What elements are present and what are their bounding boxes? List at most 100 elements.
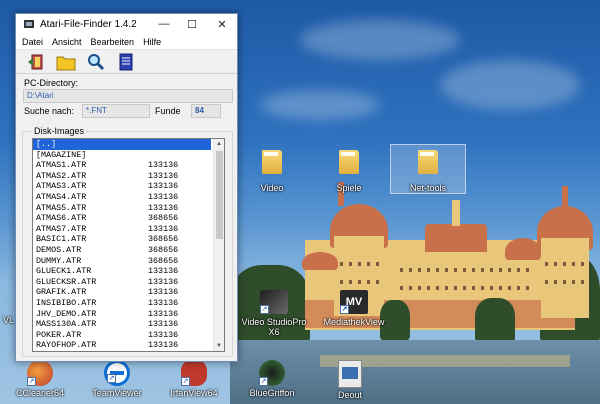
list-item[interactable]: ATMAS1.ATR 133136: [33, 160, 224, 171]
list-item[interactable]: DUMMY.ATR 368656: [33, 256, 224, 267]
list-item[interactable]: GLUECKSR.ATR 133136: [33, 277, 224, 288]
maximize-button[interactable]: ☐: [178, 14, 206, 34]
app-icon: [23, 18, 35, 30]
file-size: 133136: [148, 319, 179, 330]
desktop-icon-label: Spiele: [336, 183, 362, 193]
disk-images-label: Disk-Images: [32, 126, 87, 136]
shortcut-arrow-icon: ↗: [107, 374, 116, 383]
shortcut-arrow-icon: ↗: [340, 305, 349, 314]
file-name: ATMAS6.ATR: [36, 213, 87, 224]
desktop-folder-video[interactable]: Video: [240, 150, 304, 193]
minimize-button[interactable]: —: [150, 14, 178, 34]
list-item[interactable]: GRAFIK.ATR 133136: [33, 287, 224, 298]
bluegriffon-icon: ↗: [259, 360, 285, 386]
pc-directory-label: PC-Directory:: [24, 78, 79, 88]
scroll-up-arrow[interactable]: ▲: [214, 139, 224, 149]
hits-count: 84: [191, 104, 221, 118]
list-item[interactable]: ATMAS4.ATR 133136: [33, 192, 224, 203]
file-name: RAYOFHOP.ATR: [36, 340, 97, 351]
document-icon: [119, 53, 133, 70]
file-size: 133136: [148, 181, 179, 192]
pc-directory-field[interactable]: D:\Atari: [23, 89, 233, 103]
window-title: Atari-File-Finder 1.4.2: [40, 18, 137, 30]
folder-icon: [339, 150, 359, 174]
desktop-icon-label: MediathekView: [323, 317, 385, 327]
shortcut-arrow-icon: ↗: [259, 377, 268, 386]
desktop-icon-label: IrfanView64: [170, 388, 218, 398]
disk-images-list[interactable]: [..] [MAGAZINE] ATMAS1.ATR 133136 ATMAS2.ATR…: [32, 138, 225, 352]
desktop-shortcut-vlc[interactable]: VL: [0, 315, 14, 325]
file-name: ATMAS1.ATR: [36, 160, 87, 171]
file-name: POKER.ATR: [36, 329, 82, 340]
list-item[interactable]: JHV_DEMO.ATR 133136: [33, 309, 224, 320]
file-name: ATMAS5.ATR: [36, 202, 87, 213]
search-field[interactable]: *.FNT: [82, 104, 150, 118]
desktop-shortcut-ccleaner[interactable]: ↗ CCleaner64: [5, 360, 75, 398]
desktop-shortcut-irfanview[interactable]: ↗ IrfanView64: [159, 360, 229, 398]
desktop-shortcut-video-studio[interactable]: ↗ Video StudioPro X6: [236, 290, 312, 337]
title-bar[interactable]: Atari-File-Finder 1.4.2 — ☐ ✕: [16, 14, 237, 34]
menu-datei[interactable]: Datei: [22, 37, 43, 47]
shortcut-arrow-icon: ↗: [27, 377, 36, 386]
list-item[interactable]: RAYOFHOP.ATR 133136: [33, 340, 224, 351]
file-name: GRAFIK.ATR: [36, 287, 87, 298]
list-item[interactable]: INSIBIBO.ATR 133136: [33, 298, 224, 309]
list-item[interactable]: MASS130A.ATR 133136: [33, 319, 224, 330]
hits-label: Funde: [155, 106, 181, 116]
document-button[interactable]: [114, 51, 138, 73]
desktop-shortcut-deout[interactable]: Deout: [315, 360, 385, 400]
list-item[interactable]: ATMAS3.ATR 133136: [33, 181, 224, 192]
desktop-icon-label: CCleaner64: [15, 388, 65, 398]
file-name: GLUECKSR.ATR: [36, 276, 97, 287]
desktop-icon-label: Deout: [337, 390, 363, 400]
file-name: MASS130A.ATR: [36, 319, 97, 330]
desktop-icon-label: VL: [2, 315, 14, 325]
desktop-shortcut-teamviewer[interactable]: ↗ TeamViewer: [82, 360, 152, 398]
file-name: DEMOS.ATR: [36, 244, 82, 255]
video-studio-icon: ↗: [260, 290, 288, 314]
list-item[interactable]: ATMAS7.ATR 133136: [33, 224, 224, 235]
folder-icon: [262, 150, 282, 174]
file-size: 368656: [148, 234, 179, 245]
list-item[interactable]: ATMAS6.ATR 368656: [33, 213, 224, 224]
file-name: GLUECK1.ATR: [36, 266, 92, 277]
irfanview-icon: ↗: [181, 360, 207, 386]
video-file-icon: [338, 360, 362, 388]
file-size: 133136: [148, 297, 179, 308]
scroll-down-arrow[interactable]: ▼: [214, 341, 224, 351]
file-size: 133136: [148, 276, 179, 287]
desktop-icon-label: BlueGriffon: [249, 388, 295, 398]
desktop-folder-spiele[interactable]: Spiele: [317, 150, 381, 193]
folder-icon: [418, 150, 438, 174]
list-item[interactable]: ATMAS5.ATR 133136: [33, 203, 224, 214]
list-item[interactable]: [..]: [33, 139, 211, 150]
scroll-thumb[interactable]: [216, 151, 223, 239]
list-item[interactable]: ATMAS2.ATR 133136: [33, 171, 224, 182]
list-item[interactable]: GLUECK1.ATR 133136: [33, 266, 224, 277]
desktop-folder-net-tools[interactable]: Net-tools: [396, 150, 460, 193]
file-size: 368656: [148, 244, 179, 255]
file-name: INSIBIBO.ATR: [36, 297, 97, 308]
ccleaner-icon: ↗: [27, 360, 53, 386]
desktop-icon-label: Net-tools: [409, 183, 446, 193]
menu-hilfe[interactable]: Hilfe: [143, 37, 161, 47]
file-size: 368656: [148, 255, 179, 266]
close-button[interactable]: ✕: [208, 14, 236, 34]
file-name: ATMAS2.ATR: [36, 170, 87, 181]
list-item[interactable]: DEMOS.ATR 368656: [33, 245, 224, 256]
menu-ansicht[interactable]: Ansicht: [52, 37, 82, 47]
desktop-shortcut-bluegriffon[interactable]: ↗ BlueGriffon: [237, 360, 307, 398]
open-folder-button[interactable]: [54, 51, 78, 73]
list-item[interactable]: BASIC1.ATR 368656: [33, 234, 224, 245]
exit-button[interactable]: [24, 51, 48, 73]
list-item[interactable]: POKER.ATR 133136: [33, 330, 224, 341]
desktop-shortcut-mediathekview[interactable]: MV ↗ MediathekView: [316, 290, 392, 327]
toolbar: [16, 50, 237, 74]
vertical-scrollbar[interactable]: ▲ ▼: [213, 139, 224, 351]
menu-bearbeiten[interactable]: Bearbeiten: [91, 37, 135, 47]
search-button[interactable]: [84, 51, 108, 73]
file-size: 133136: [148, 170, 179, 181]
list-item[interactable]: [MAGAZINE]: [33, 150, 224, 161]
file-size: 133136: [148, 223, 179, 234]
file-size: 133136: [148, 266, 179, 277]
